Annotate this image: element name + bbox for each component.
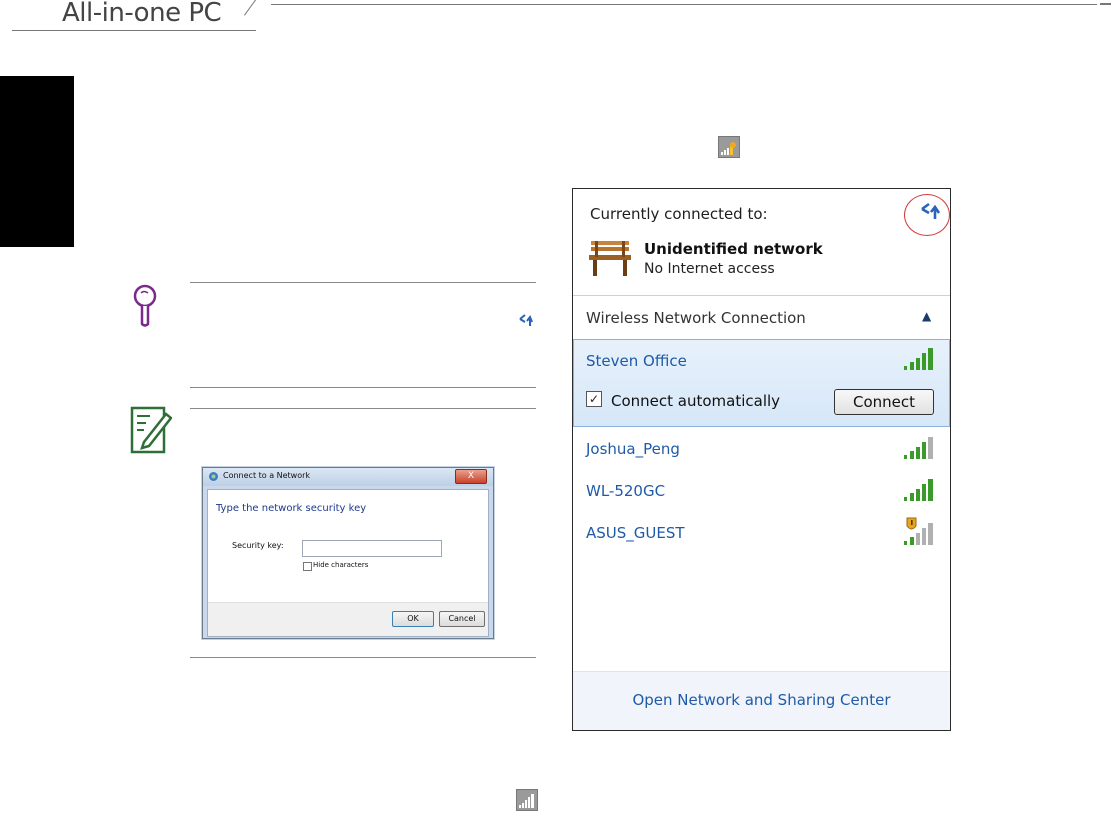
hide-characters-label: Hide characters (313, 561, 369, 569)
note-pencil-icon (130, 406, 173, 458)
security-key-label: Security key: (232, 541, 284, 550)
dialog-titlebar: Connect to a Network X (203, 468, 493, 486)
cancel-button[interactable]: Cancel (439, 611, 485, 627)
chevron-up-icon[interactable]: ▲ (922, 309, 931, 323)
refresh-icon[interactable] (919, 201, 941, 225)
header-rule-right (271, 4, 1097, 5)
note-rule-bottom (190, 657, 536, 658)
network-flyout: Currently connected to: Unidentified net… (572, 188, 951, 731)
signal-bars-icon (903, 346, 937, 376)
wireless-section-title[interactable]: Wireless Network Connection (586, 309, 806, 327)
page-header-title: All-in-one PC (62, 0, 222, 28)
connect-network-dialog: Connect to a Network X Type the network … (202, 467, 494, 639)
dialog-body: Type the network security key Security k… (207, 489, 489, 637)
dialog-title: Connect to a Network (223, 471, 311, 480)
flyout-footer: Open Network and Sharing Center (573, 671, 950, 730)
hide-characters-checkbox[interactable] (303, 562, 312, 571)
shield-warning-icon (903, 517, 937, 551)
refresh-icon (518, 312, 534, 331)
side-tab (0, 76, 74, 247)
ok-button[interactable]: OK (392, 611, 434, 627)
network-item-asus-guest[interactable]: ASUS_GUEST (586, 524, 685, 542)
network-tray-icon (718, 136, 740, 158)
network-tray-icon (516, 789, 538, 811)
flyout-divider (573, 295, 950, 296)
note-rule-top (190, 408, 536, 409)
current-network-status: No Internet access (644, 261, 775, 277)
network-sharing-center-link[interactable]: Open Network and Sharing Center (573, 691, 950, 709)
network-item-wl-520gc[interactable]: WL-520GC (586, 482, 665, 500)
connect-automatically-checkbox[interactable]: ✓ (586, 391, 602, 407)
magnifier-tip-icon (132, 284, 158, 332)
dialog-footer: OK Cancel (208, 602, 488, 636)
dialog-close-button[interactable]: X (455, 469, 487, 484)
tip-rule-bottom (190, 387, 536, 388)
security-key-input[interactable] (302, 540, 442, 557)
signal-bars-icon (903, 477, 937, 507)
header-rule-left (12, 30, 256, 31)
current-network-name: Unidentified network (644, 240, 823, 258)
network-app-icon (209, 472, 218, 481)
header-rule-tick (1100, 3, 1111, 5)
header-rule-slash (244, 0, 264, 16)
connect-automatically-label: Connect automatically (611, 392, 781, 410)
signal-bars-icon (903, 435, 937, 465)
tip-rule-top (190, 282, 536, 283)
bench-icon (587, 237, 633, 283)
connect-button[interactable]: Connect (834, 389, 934, 415)
network-item-steven-office[interactable]: Steven Office (586, 352, 687, 370)
network-item-joshua-peng[interactable]: Joshua_Peng (586, 440, 680, 458)
dialog-heading: Type the network security key (216, 503, 367, 514)
currently-connected-label: Currently connected to: (590, 205, 768, 223)
